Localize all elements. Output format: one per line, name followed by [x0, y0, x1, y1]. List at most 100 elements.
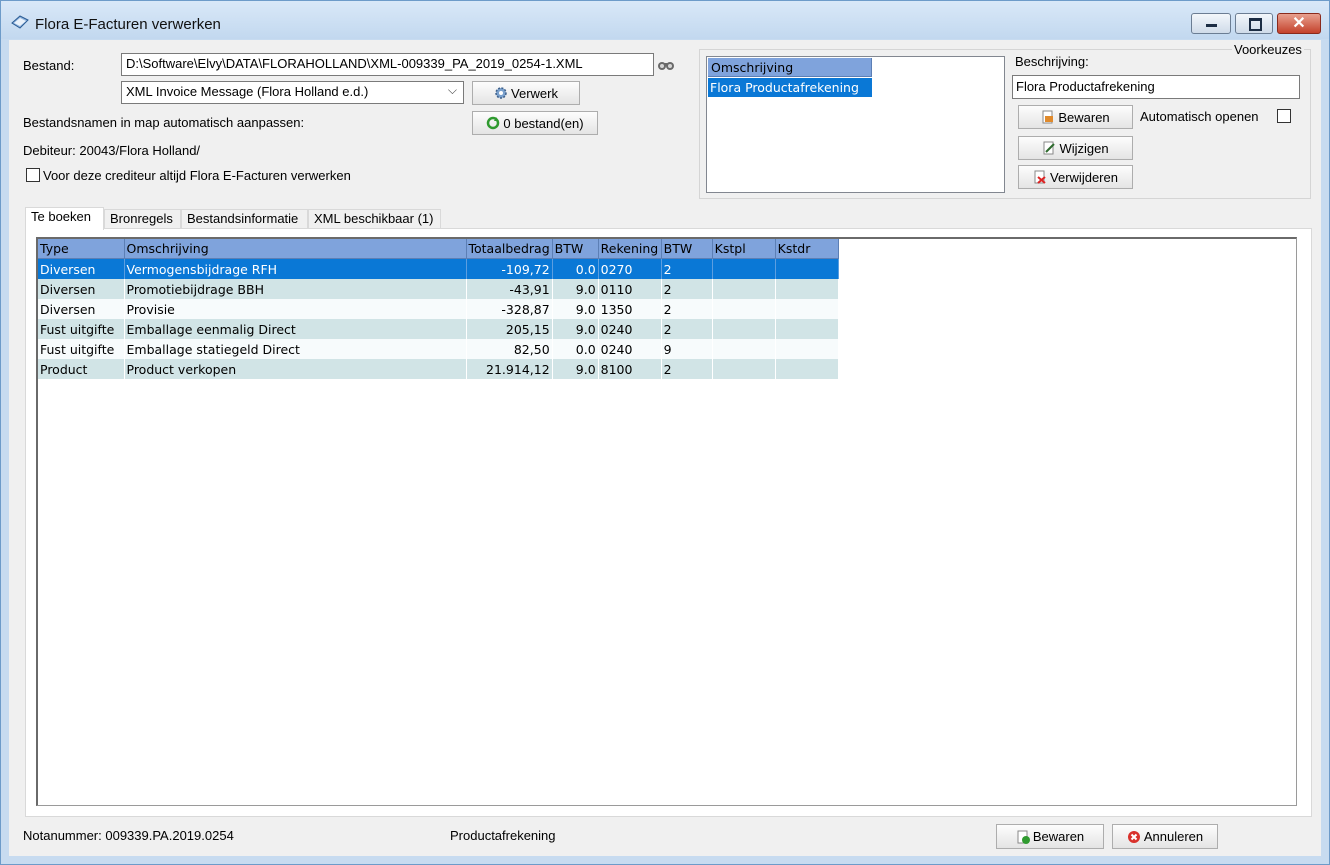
- format-select[interactable]: XML Invoice Message (Flora Holland e.d.)…: [121, 81, 464, 104]
- close-icon: ✕: [1292, 15, 1306, 32]
- cell-total: -328,87: [466, 299, 553, 319]
- cell-account: 0110: [598, 279, 662, 299]
- cell-cost-center: [712, 299, 776, 319]
- presets-list[interactable]: Omschrijving Flora Productafrekening: [706, 56, 1005, 193]
- tab-te-boeken[interactable]: Te boeken: [25, 207, 104, 230]
- presets-title: Voorkeuzes: [1232, 42, 1304, 57]
- table-row[interactable]: Fust uitgifte Emballage eenmalig Direct …: [38, 319, 839, 339]
- preset-delete-label: Verwijderen: [1050, 169, 1118, 185]
- save-check-icon: [1016, 830, 1030, 844]
- auto-open-label: Automatisch openen: [1140, 109, 1259, 124]
- gear-icon: [494, 86, 508, 100]
- preset-edit-label: Wijzigen: [1059, 140, 1109, 156]
- rename-label: Bestandsnamen in map automatisch aanpass…: [23, 115, 305, 130]
- table-row[interactable]: Diversen Provisie -328,87 9.0 1350 2: [38, 299, 839, 319]
- cell-total: 21.914,12: [466, 359, 553, 379]
- file-path-input[interactable]: D:\Software\Elvy\DATA\FLORAHOLLAND\XML-0…: [121, 53, 654, 76]
- close-button[interactable]: ✕: [1277, 13, 1321, 34]
- cell-type: Fust uitgifte: [38, 319, 125, 339]
- cell-account: 1350: [598, 299, 662, 319]
- tab-bestandsinformatie[interactable]: Bestandsinformatie: [181, 209, 308, 229]
- table-row[interactable]: Product Product verkopen 21.914,12 9.0 8…: [38, 359, 839, 379]
- minimize-button[interactable]: [1191, 13, 1231, 34]
- cell-cost-unit: [775, 299, 839, 319]
- column-header-account[interactable]: Rekening: [598, 239, 662, 259]
- cell-account: 8100: [598, 359, 662, 379]
- cell-cost-center: [712, 359, 776, 379]
- file-label: Bestand:: [23, 58, 75, 73]
- cell-total: -109,72: [466, 258, 553, 279]
- column-header-total[interactable]: Totaalbedrag: [466, 239, 553, 259]
- presets-list-item[interactable]: Flora Productafrekening: [708, 78, 872, 97]
- cell-description: Promotiebijdrage BBH: [124, 279, 467, 299]
- cell-cost-center: [712, 279, 776, 299]
- description-label: Beschrijving:: [1015, 54, 1089, 69]
- invoice-number: Notanummer: 009339.PA.2019.0254: [23, 828, 234, 843]
- debtor-label: Debiteur: 20043/Flora Holland/: [23, 143, 201, 158]
- cell-description: Vermogensbijdrage RFH: [124, 258, 467, 279]
- invoice-type: Productafrekening: [450, 828, 556, 843]
- cell-cost-unit: [775, 339, 839, 359]
- save-button-label: Bewaren: [1032, 829, 1085, 844]
- column-header-cost-center[interactable]: Kstpl: [712, 239, 776, 259]
- save-button[interactable]: Bewaren: [996, 824, 1104, 849]
- bookings-table: Type Omschrijving Totaalbedrag BTW Reken…: [38, 239, 839, 379]
- table-row[interactable]: Diversen Promotiebijdrage BBH -43,91 9.0…: [38, 279, 839, 299]
- cell-account: 0240: [598, 339, 662, 359]
- cell-vat: 9.0: [552, 279, 599, 299]
- cell-type: Fust uitgifte: [38, 339, 125, 359]
- cell-description: Provisie: [124, 299, 467, 319]
- cell-cost-unit: [775, 258, 839, 279]
- tab-bronregels[interactable]: Bronregels: [104, 209, 181, 229]
- column-header-vat[interactable]: BTW: [552, 239, 599, 259]
- delete-document-icon: [1033, 170, 1047, 184]
- presets-list-header: Omschrijving: [708, 58, 872, 77]
- browse-button[interactable]: [655, 53, 677, 76]
- description-input[interactable]: Flora Productafrekening: [1012, 75, 1300, 99]
- cell-vat: 9.0: [552, 359, 599, 379]
- preset-edit-button[interactable]: Wijzigen: [1018, 136, 1133, 160]
- preset-save-button[interactable]: Bewaren: [1018, 105, 1133, 129]
- title-bar[interactable]: Flora E-Facturen verwerken ✕: [1, 1, 1329, 39]
- format-select-value: XML Invoice Message (Flora Holland e.d.): [126, 84, 369, 99]
- preset-delete-button[interactable]: Verwijderen: [1018, 165, 1133, 189]
- cell-vat-code: 2: [661, 258, 713, 279]
- cell-type: Diversen: [38, 299, 125, 319]
- table-row[interactable]: Fust uitgifte Emballage statiegeld Direc…: [38, 339, 839, 359]
- column-header-cost-unit[interactable]: Kstdr: [775, 239, 839, 259]
- table-header-row: Type Omschrijving Totaalbedrag BTW Reken…: [38, 239, 839, 259]
- always-process-checkbox[interactable]: [26, 168, 40, 182]
- process-button[interactable]: Verwerk: [472, 81, 580, 105]
- cell-description: Emballage statiegeld Direct: [124, 339, 467, 359]
- maximize-button[interactable]: [1235, 13, 1273, 34]
- cell-total: 205,15: [466, 319, 553, 339]
- column-header-vat-code[interactable]: BTW: [661, 239, 713, 259]
- files-button[interactable]: 0 bestand(en): [472, 111, 598, 135]
- cell-description: Emballage eenmalig Direct: [124, 319, 467, 339]
- cell-description: Product verkopen: [124, 359, 467, 379]
- tab-xml-beschikbaar[interactable]: XML beschikbaar (1): [308, 209, 441, 229]
- cell-vat-code: 2: [661, 359, 713, 379]
- cell-cost-center: [712, 258, 776, 279]
- chevron-down-icon: ⌵: [447, 83, 457, 97]
- cell-cost-unit: [775, 279, 839, 299]
- bookings-grid[interactable]: Type Omschrijving Totaalbedrag BTW Reken…: [36, 237, 1297, 806]
- window-title: Flora E-Facturen verwerken: [35, 16, 221, 33]
- cell-vat: 0.0: [552, 258, 599, 279]
- refresh-icon: [486, 116, 500, 130]
- auto-open-checkbox[interactable]: [1277, 109, 1291, 123]
- cell-cost-center: [712, 339, 776, 359]
- cancel-icon: [1127, 830, 1141, 844]
- save-document-icon: [1041, 110, 1055, 124]
- cancel-button[interactable]: Annuleren: [1112, 824, 1218, 849]
- table-row[interactable]: Diversen Vermogensbijdrage RFH -109,72 0…: [38, 258, 839, 279]
- cell-type: Diversen: [38, 258, 125, 279]
- column-header-type[interactable]: Type: [38, 239, 125, 259]
- column-header-description[interactable]: Omschrijving: [124, 239, 467, 259]
- cell-account: 0270: [598, 258, 662, 279]
- cell-cost-unit: [775, 319, 839, 339]
- always-process-label: Voor deze crediteur altijd Flora E-Factu…: [43, 168, 351, 183]
- preset-save-label: Bewaren: [1058, 109, 1110, 125]
- tab-panel: Type Omschrijving Totaalbedrag BTW Reken…: [25, 228, 1312, 817]
- cell-vat: 9.0: [552, 299, 599, 319]
